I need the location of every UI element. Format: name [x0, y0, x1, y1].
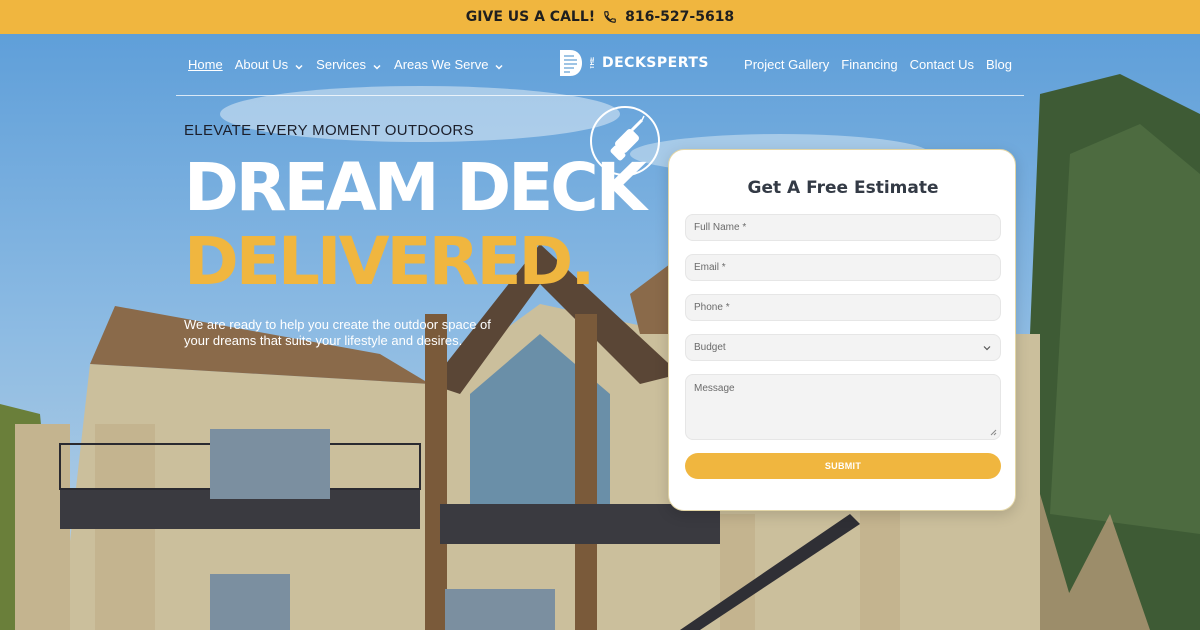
main-nav: Home About Us Services Areas We Serve TH…	[176, 34, 1024, 96]
form-title: Get A Free Estimate	[747, 178, 939, 198]
chevron-down-icon	[294, 60, 304, 70]
nav-gallery-link[interactable]: Project Gallery	[744, 57, 829, 72]
phone-placeholder: Phone *	[694, 302, 730, 313]
budget-placeholder: Budget	[694, 342, 726, 353]
drill-icon	[590, 106, 660, 176]
top-call-bar: GIVE US A CALL! 816-527-5618	[0, 0, 1200, 34]
nav-areas-label: Areas We Serve	[394, 57, 489, 72]
phone-number-link[interactable]: 816-527-5618	[625, 9, 734, 25]
logo-mark-icon	[560, 50, 582, 76]
nav-services-link[interactable]: Services	[316, 57, 382, 72]
resize-handle-icon[interactable]	[990, 429, 997, 436]
hero-headline-line2: DELIVERED.	[184, 223, 595, 300]
submit-button[interactable]: SUBMIT	[685, 453, 1001, 479]
chevron-down-icon	[372, 60, 382, 70]
full-name-field[interactable]: Full Name *	[685, 214, 1001, 241]
email-field[interactable]: Email *	[685, 254, 1001, 281]
nav-contact-link[interactable]: Contact Us	[910, 57, 974, 72]
logo-prefix: THE	[590, 57, 596, 69]
chevron-down-icon	[982, 343, 992, 353]
hero-subtext: We are ready to help you create the outd…	[184, 317, 491, 348]
full-name-placeholder: Full Name *	[694, 222, 747, 233]
phone-field[interactable]: Phone *	[685, 294, 1001, 321]
chevron-down-icon	[494, 60, 504, 70]
nav-right-group: Project Gallery Financing Contact Us Blo…	[744, 57, 1024, 72]
hero-eyebrow: ELEVATE EVERY MOMENT OUTDOORS	[184, 122, 474, 139]
nav-areas-link[interactable]: Areas We Serve	[394, 57, 504, 72]
nav-about-label: About Us	[234, 57, 289, 72]
nav-blog-link[interactable]: Blog	[986, 57, 1012, 72]
email-placeholder: Email *	[694, 262, 726, 273]
nav-services-label: Services	[316, 57, 367, 72]
nav-home-link[interactable]: Home	[188, 57, 223, 72]
logo-wordmark: DECKSPERTS	[602, 55, 709, 71]
nav-about-link[interactable]: About Us	[235, 57, 304, 72]
estimate-form-card: Get A Free Estimate Full Name * Email * …	[668, 149, 1016, 511]
phone-icon	[603, 10, 617, 24]
nav-financing-link[interactable]: Financing	[841, 57, 897, 72]
message-textarea[interactable]: Message	[685, 374, 1001, 440]
call-cta-text: GIVE US A CALL!	[465, 9, 596, 25]
site-logo[interactable]: THE DECKSPERTS	[558, 48, 709, 78]
message-placeholder: Message	[694, 383, 735, 394]
hero-headline-line1: DREAM DECK	[184, 149, 647, 226]
nav-left-group: Home About Us Services Areas We Serve	[176, 57, 504, 72]
budget-select[interactable]: Budget	[685, 334, 1001, 361]
